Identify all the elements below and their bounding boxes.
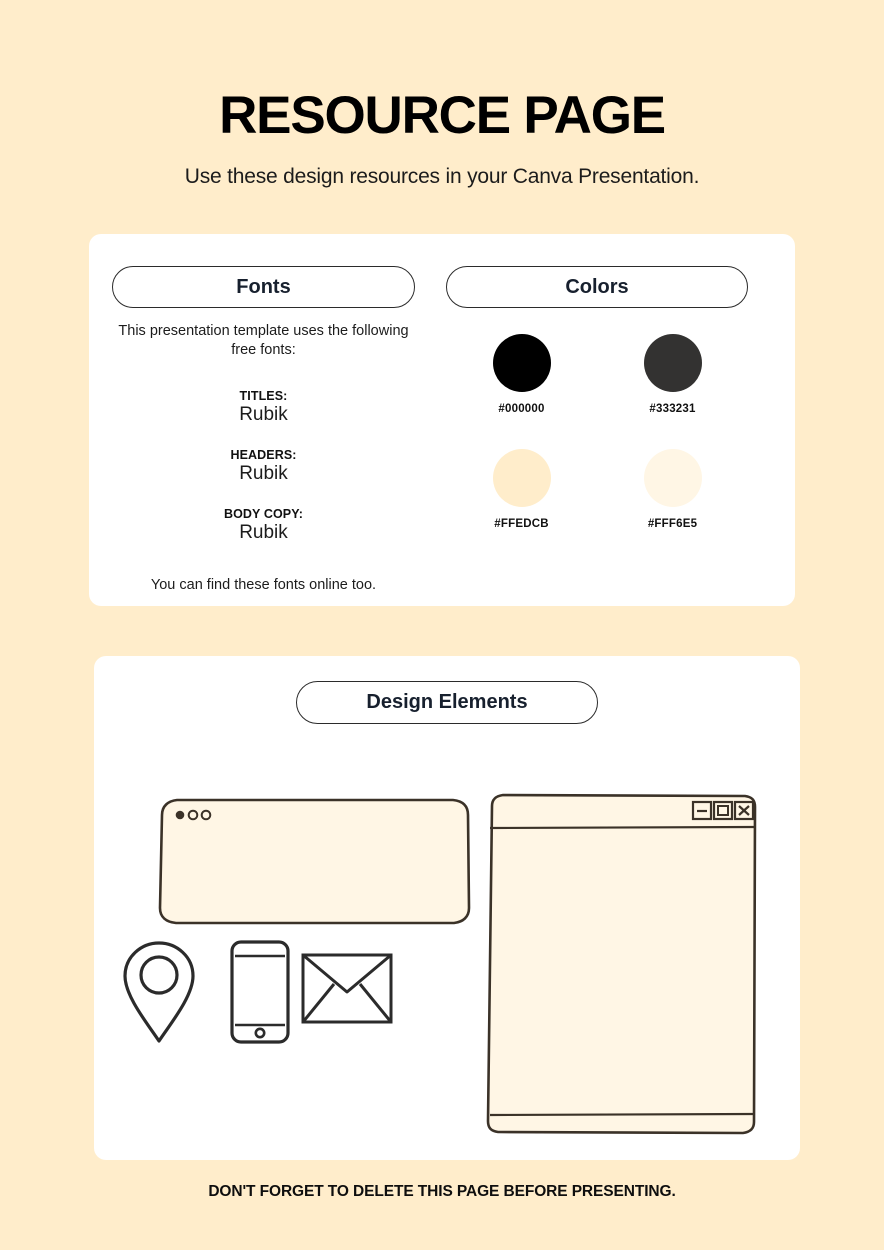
font-role-label: HEADERS:	[230, 447, 297, 462]
font-role-label: BODY COPY:	[223, 506, 304, 521]
fonts-intro-text: This presentation template uses the foll…	[118, 323, 409, 358]
font-name-value: Rubik	[239, 521, 288, 543]
color-swatch-item: #FFF6E5	[597, 449, 748, 530]
page-subtitle: Use these design resources in your Canva…	[184, 164, 700, 188]
resource-page: RESOURCE PAGE Use these design resources…	[0, 0, 884, 1250]
color-hex-label: #333231	[649, 403, 696, 415]
color-swatch-circle	[492, 449, 551, 507]
color-swatch-circle	[643, 334, 702, 392]
fonts-and-colors-card: Fonts This presentation template uses th…	[89, 234, 795, 606]
window-minimize-button[interactable]	[691, 800, 713, 821]
classic-window-frame	[486, 793, 757, 1135]
color-swatch-circle	[643, 449, 702, 507]
colors-grid: #000000 #333231 #FFEDCB #FFF6E5	[446, 334, 748, 530]
font-group-body-copy: BODY COPY: Rubik	[112, 507, 415, 544]
colors-heading-pill: Colors	[446, 266, 748, 308]
smartphone-icon	[230, 940, 290, 1044]
window-maximize-button[interactable]	[712, 800, 734, 821]
envelope-icon	[301, 953, 393, 1024]
font-name-value: Rubik	[239, 462, 288, 484]
page-title: RESOURCE PAGE	[219, 86, 666, 145]
font-role-label: TITLES:	[239, 389, 288, 404]
fonts-heading-label: Fonts	[236, 275, 291, 298]
color-swatch-item: #000000	[446, 334, 597, 415]
window-close-button[interactable]	[733, 800, 755, 821]
window-dot-filled	[175, 810, 185, 820]
design-elements-heading-label: Design Elements	[366, 691, 528, 713]
colors-heading-label: Colors	[565, 275, 629, 298]
color-swatch-item: #FFEDCB	[446, 449, 597, 530]
fonts-outro-text: You can find these fonts online too.	[150, 576, 377, 593]
color-hex-label: #000000	[498, 403, 545, 415]
font-group-headers: HEADERS: Rubik	[112, 448, 415, 485]
map-pin-icon	[123, 941, 195, 1043]
window-dot-outline	[200, 809, 212, 821]
page-header: RESOURCE PAGE Use these design resources…	[0, 0, 884, 189]
font-name-value: Rubik	[239, 404, 288, 426]
design-elements-card: Design Elements	[94, 656, 800, 1160]
browser-window-rounded	[158, 798, 471, 925]
color-swatch-circle	[492, 334, 551, 392]
design-elements-heading-pill: Design Elements	[296, 681, 598, 724]
color-swatch-item: #333231	[597, 334, 748, 415]
fonts-column: This presentation template uses the foll…	[112, 322, 415, 593]
color-hex-label: #FFEDCB	[494, 518, 549, 530]
design-elements-artwork	[94, 744, 800, 1144]
delete-page-reminder: DON'T FORGET TO DELETE THIS PAGE BEFORE …	[208, 1183, 676, 1200]
color-hex-label: #FFF6E5	[647, 518, 698, 530]
fonts-heading-pill: Fonts	[112, 266, 415, 308]
font-group-titles: TITLES: Rubik	[112, 389, 415, 426]
window-dot-outline	[187, 809, 199, 821]
